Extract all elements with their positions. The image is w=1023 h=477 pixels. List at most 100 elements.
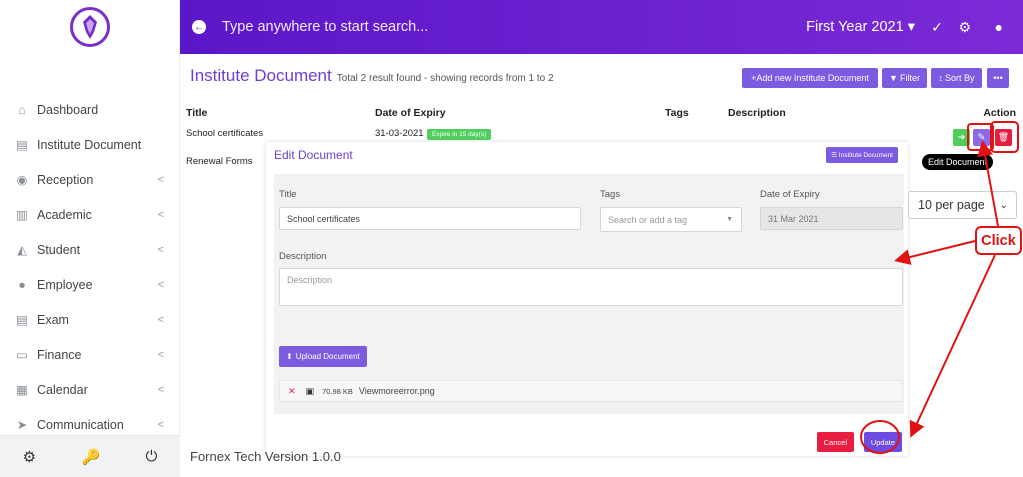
academic-year-label: First Year 2021: [806, 19, 904, 35]
chevron-down-icon: ⌄: [999, 199, 1008, 211]
user-icon[interactable]: ●: [995, 19, 1003, 35]
chevron-left-icon: <: [157, 313, 164, 326]
sort-button[interactable]: ↕ Sort By: [931, 68, 982, 88]
row-expiry: 31-03-2021: [375, 128, 424, 139]
upload-label: Upload Document: [295, 352, 360, 361]
page-header: Institute Document Total 2 result found …: [190, 66, 554, 86]
file-name[interactable]: Viewmoreerror.png: [359, 386, 435, 396]
chevron-down-icon: ▾: [907, 19, 915, 35]
sort-icon: ↕: [938, 73, 943, 83]
cancel-button[interactable]: Cancel: [816, 432, 854, 452]
page-subtitle: Total 2 result found - showing records f…: [336, 73, 554, 84]
sidebar-item-student[interactable]: ◭ Student <: [0, 232, 180, 267]
sidebar-item-exam[interactable]: ▤ Exam <: [0, 302, 180, 337]
delete-button[interactable]: 🗑: [995, 129, 1012, 146]
graduation-cap-icon: ◭: [17, 243, 27, 257]
app-logo[interactable]: [69, 7, 110, 47]
table-row: School certificates 31-03-2021: [186, 128, 424, 139]
tags-placeholder: Search or add a tag: [608, 214, 688, 225]
sidebar-item-label: Finance: [37, 347, 82, 362]
click-annotation-label: Click: [975, 226, 1022, 255]
sidebar-item-label: Exam: [37, 312, 69, 327]
caret-down-icon: ▼: [726, 216, 733, 223]
sidebar-item-label: Academic: [37, 207, 92, 222]
edit-form: Title School certificates Tags Search or…: [274, 174, 904, 414]
settings-gears-icon[interactable]: ⚙: [23, 448, 36, 466]
sidebar-item-calendar[interactable]: ▦ Calendar <: [0, 372, 180, 407]
col-title: Title: [186, 107, 208, 119]
money-icon: ▭: [16, 348, 28, 362]
institute-document-list-button[interactable]: ☰ Institute Document: [826, 147, 898, 163]
check-circle-icon[interactable]: ✓: [931, 19, 943, 36]
chevron-left-icon: <: [157, 243, 164, 256]
description-textarea[interactable]: Description: [279, 268, 903, 306]
file-image-icon: ▣: [305, 385, 315, 396]
academic-year-selector[interactable]: First Year 2021 ▾: [806, 19, 915, 35]
sidebar-item-finance[interactable]: ▭ Finance <: [0, 337, 180, 372]
arrow-to-form: [894, 240, 976, 265]
edit-button[interactable]: ✎: [973, 129, 990, 146]
edit-document-modal: Edit Document ☰ Institute Document Title…: [266, 142, 908, 456]
remove-file-icon[interactable]: ✕: [288, 386, 296, 397]
list-icon: ☰: [831, 152, 839, 159]
table-row: Renewal Forms: [186, 156, 253, 167]
add-document-button[interactable]: +Add new Institute Document: [742, 68, 878, 88]
chevron-left-icon: <: [157, 348, 164, 361]
power-icon[interactable]: ⏻: [145, 448, 157, 465]
settings-icon[interactable]: ⚙: [958, 19, 971, 36]
sidebar-item-label: Student: [37, 242, 81, 257]
sidebar-item-label: Calendar: [37, 382, 88, 397]
user-circle-icon: ◉: [16, 173, 28, 187]
col-description: Description: [728, 107, 786, 119]
back-arrow-icon[interactable]: ←: [192, 20, 206, 34]
upload-icon: ⬆: [286, 352, 293, 361]
school-icon: ▥: [16, 208, 28, 222]
view-button[interactable]: ➔: [953, 129, 970, 146]
expiry-label: Date of Expiry: [760, 189, 820, 200]
edit-icon: ✎: [977, 132, 986, 142]
sidebar-item-institute-document[interactable]: ▤ Institute Document: [0, 127, 180, 162]
page-title: Institute Document: [190, 66, 332, 85]
employee-icon: ●: [18, 277, 26, 292]
more-options-button[interactable]: •••: [987, 68, 1009, 88]
chevron-left-icon: <: [157, 383, 164, 396]
per-page-select[interactable]: 10 per page ⌄: [908, 191, 1017, 219]
trash-icon: 🗑: [997, 132, 1010, 142]
col-expiry: Date of Expiry: [375, 107, 446, 119]
top-bar: ← Type anywhere to start search... First…: [180, 0, 1023, 54]
home-icon: ⌂: [18, 102, 26, 117]
attached-file-row: ✕ ▣ 70.98 KB Viewmoreerror.png: [279, 380, 903, 402]
sidebar-item-employee[interactable]: ● Employee <: [0, 267, 180, 302]
col-action: Action: [983, 107, 1016, 119]
title-input[interactable]: School certificates: [279, 207, 581, 230]
sidebar-item-reception[interactable]: ◉ Reception <: [0, 162, 180, 197]
sidebar-item-label: Communication: [37, 417, 124, 432]
modal-footer: Cancel Update: [266, 422, 908, 456]
sidebar-item-label: Dashboard: [37, 102, 99, 117]
arrow-to-update: [909, 254, 996, 438]
row-title: School certificates: [186, 128, 264, 139]
col-tags: Tags: [665, 107, 689, 119]
sidebar-item-label: Employee: [37, 277, 93, 292]
file-icon: ▤: [16, 313, 28, 327]
chevron-left-icon: <: [157, 173, 164, 186]
update-button[interactable]: Update: [863, 432, 902, 452]
list-button-label: Institute Document: [838, 152, 893, 159]
description-label: Description: [279, 251, 327, 262]
tags-label: Tags: [600, 189, 621, 200]
upload-document-button[interactable]: ⬆ Upload Document: [279, 346, 367, 367]
sidebar: ⌂ Dashboard ▤ Institute Document ◉ Reception <…: [0, 0, 180, 477]
arrow-right-icon: ➔: [957, 132, 966, 142]
chevron-left-icon: <: [157, 208, 164, 221]
edit-document-tooltip: Edit Document: [922, 154, 994, 170]
key-icon[interactable]: 🔑: [81, 448, 100, 466]
expiry-date-input[interactable]: 31 Mar 2021: [760, 207, 903, 230]
sidebar-item-dashboard[interactable]: ⌂ Dashboard: [0, 92, 180, 127]
logo-area: [0, 0, 179, 54]
filter-button[interactable]: ▼ Filter: [882, 68, 927, 88]
sort-label: Sort By: [944, 73, 975, 83]
modal-title: Edit Document: [274, 148, 353, 162]
tags-select[interactable]: Search or add a tag ▼: [600, 207, 742, 232]
sidebar-item-academic[interactable]: ▥ Academic <: [0, 197, 180, 232]
global-search-input[interactable]: Type anywhere to start search...: [222, 19, 428, 35]
